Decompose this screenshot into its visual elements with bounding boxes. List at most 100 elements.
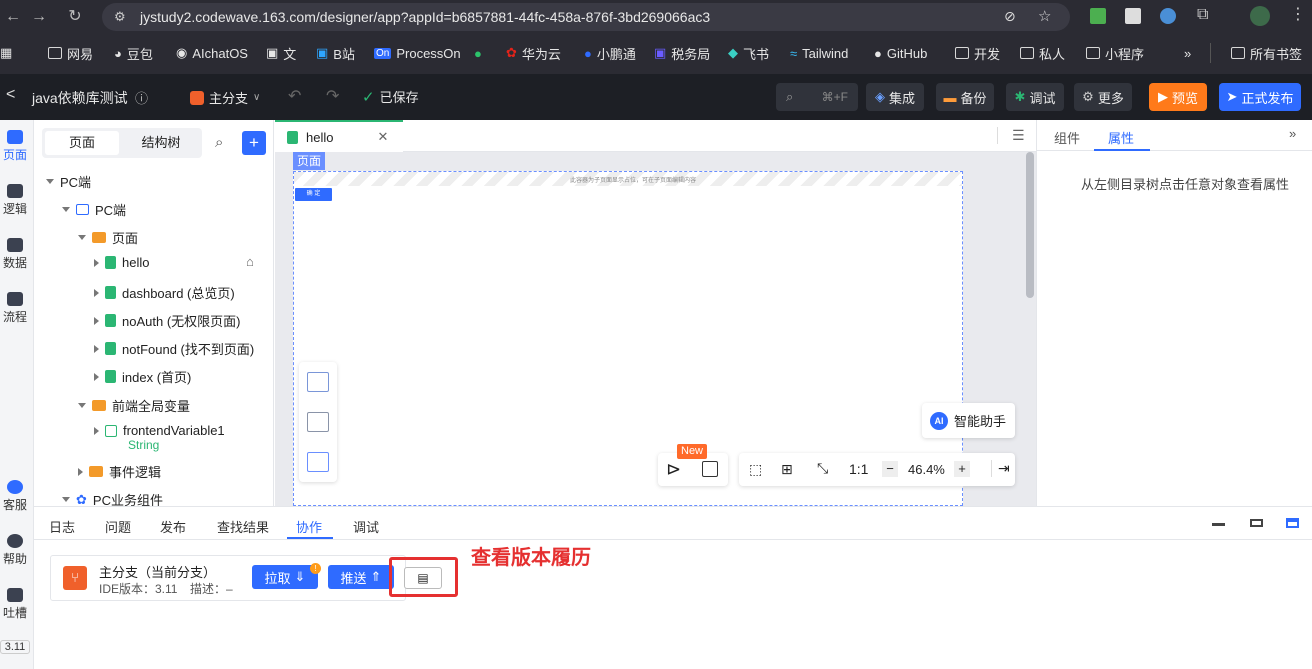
zoom-in-button[interactable]: + [954, 461, 970, 477]
tree-node-pages[interactable]: 页面 [78, 228, 138, 247]
bookmark-wangyi[interactable]: 网易 [48, 43, 93, 63]
extension-icon[interactable] [1090, 8, 1106, 24]
bookmark-tailwind[interactable]: ≈ Tailwind [790, 43, 848, 63]
tab-log[interactable]: 日志 [49, 517, 75, 536]
bookmark-miniapp[interactable]: 小程序 [1086, 43, 1144, 63]
info-icon[interactable]: ⓘ [135, 88, 148, 107]
list-icon[interactable]: ☰ [997, 127, 1025, 144]
bookmark-xiaopengtong[interactable]: ● 小鹏通 [584, 43, 636, 63]
apps-grid-icon[interactable]: ▦ [0, 43, 12, 63]
bookmark-dev[interactable]: 开发 [955, 43, 1000, 63]
container-icon[interactable] [307, 452, 329, 472]
tree-node-components[interactable]: ✿ PC业务组件 [62, 490, 163, 506]
collapse-right-icon[interactable]: ⇥ [991, 460, 1010, 477]
push-button[interactable]: 推送 ⇑ [328, 565, 394, 589]
debug-button[interactable]: ✱ 调试 [1006, 83, 1064, 111]
tab-collaboration[interactable]: 协作 [296, 517, 322, 536]
confirm-button[interactable]: 确 定 [295, 188, 332, 201]
undo-icon[interactable]: ↶ [288, 86, 301, 106]
bookmark-star-icon[interactable]: ☆ [1038, 7, 1051, 25]
tree-node-index[interactable]: index (首页) [94, 367, 191, 386]
zoom-out-button[interactable]: − [882, 461, 898, 477]
search-box[interactable]: ⌕ ⌘+F [776, 83, 858, 111]
bookmark-feishu[interactable]: ◆ 飞书 [728, 43, 769, 63]
tree-node-hello[interactable]: hello [94, 255, 149, 270]
integrate-button[interactable]: ◈ 集成 [866, 83, 924, 111]
restore-icon[interactable] [1250, 519, 1263, 527]
ratio-button[interactable]: 1:1 [849, 461, 868, 477]
bookmark-processon[interactable]: On ProcessOn [374, 43, 461, 63]
site-info-icon[interactable]: ⚙ [114, 9, 126, 25]
bookmark-private[interactable]: 私人 [1020, 43, 1065, 63]
layout-icon[interactable] [307, 412, 329, 432]
tree-node-var1[interactable]: frontendVariable1 [94, 423, 225, 438]
rail-item-pages[interactable]: 页面 [0, 130, 30, 163]
branch-selector[interactable]: 主分支 ∨ [190, 88, 260, 107]
editor-tab-hello[interactable]: hello ✕ [275, 120, 403, 152]
minimize-icon[interactable] [1212, 523, 1225, 526]
tab-find-results[interactable]: 查找结果 [217, 517, 269, 536]
back-button[interactable]: < [6, 86, 15, 104]
zoom-fit-icon[interactable]: ⊞ [781, 461, 793, 478]
shrink-icon[interactable]: ⤡ [817, 460, 828, 477]
tab-release[interactable]: 发布 [160, 517, 186, 536]
rail-item-logic[interactable]: 逻辑 [0, 184, 30, 217]
reload-icon[interactable]: ↻ [66, 8, 84, 26]
maximize-icon[interactable] [1286, 518, 1299, 528]
canvas-scrollbar[interactable] [1026, 152, 1034, 298]
add-button[interactable]: + [242, 131, 266, 155]
bookmark-github[interactable]: ● GitHub [874, 43, 927, 63]
tab-pages[interactable]: 页面 [45, 131, 119, 155]
more-button[interactable]: ⚙ 更多 [1074, 83, 1132, 111]
backup-button[interactable]: ▬ 备份 [936, 83, 994, 111]
select-icon[interactable]: ⬚ [749, 461, 762, 478]
ai-assistant-button[interactable]: AI 智能助手 [922, 403, 1015, 438]
tab-properties[interactable]: 属性 [1108, 128, 1134, 147]
rail-item-flow[interactable]: 流程 [0, 292, 30, 325]
more-bookmarks-button[interactable]: » [1184, 43, 1191, 63]
bookmark-wechat[interactable]: ● [474, 43, 482, 63]
forward-icon[interactable]: → [30, 8, 48, 26]
tab-structure[interactable]: 结构树 [124, 131, 198, 155]
rail-item-data[interactable]: 数据 [0, 238, 30, 271]
redo-icon[interactable]: ↷ [326, 86, 339, 106]
address-bar[interactable]: ⚙ jystudy2.codewave.163.com/designer/app… [102, 3, 1070, 31]
tab-components[interactable]: 组件 [1054, 128, 1080, 147]
collapse-panel-icon[interactable]: » [1289, 126, 1296, 141]
close-icon[interactable]: ✕ [377, 129, 388, 145]
rail-item-help[interactable]: 帮助 [0, 534, 30, 567]
preview-button[interactable]: ▶ 预览 [1149, 83, 1207, 111]
search-icon[interactable]: ⌕ [215, 134, 223, 151]
qr-extension-icon[interactable] [1125, 8, 1141, 24]
bookmark-aichatos[interactable]: ◉ AIchatOS [176, 43, 248, 63]
version-history-button[interactable]: ▤ [404, 567, 442, 589]
menu-icon[interactable]: ⋮ [1290, 4, 1306, 24]
device-icon[interactable] [702, 461, 718, 477]
tree-node-pc[interactable]: PC端 [62, 200, 126, 219]
play-circle-icon[interactable]: ⊳ [666, 459, 681, 480]
tree-node-notfound[interactable]: notFound (找不到页面) [94, 339, 254, 358]
home-icon[interactable]: ⌂ [246, 254, 254, 269]
tab-issues[interactable]: 问题 [105, 517, 131, 536]
tab-debug[interactable]: 调试 [353, 517, 379, 536]
bookmark-wen[interactable]: ▣ 文 [266, 43, 296, 63]
pull-button[interactable]: 拉取 ⇓ [252, 565, 318, 589]
tree-node-global-vars[interactable]: 前端全局变量 [78, 396, 190, 415]
rail-item-feedback[interactable]: 吐槽 [0, 588, 30, 621]
rail-item-support[interactable]: 客服 [0, 480, 30, 513]
globe-extension-icon[interactable] [1160, 8, 1176, 24]
bookmark-doubao[interactable]: ◕ 豆包 [114, 43, 153, 63]
no-tracking-icon[interactable]: ⊘ [1004, 8, 1016, 25]
bookmark-huaweicloud[interactable]: ✿ 华为云 [506, 43, 561, 63]
profile-avatar[interactable] [1250, 6, 1270, 26]
tree-node-noauth[interactable]: noAuth (无权限页面) [94, 311, 240, 330]
extensions-puzzle-icon[interactable]: ⧉ [1197, 6, 1208, 24]
bookmark-tax[interactable]: ▣ 税务局 [654, 43, 710, 63]
tree-node-pc-root[interactable]: PC端 [46, 172, 91, 191]
tree-node-events[interactable]: 事件逻辑 [78, 462, 161, 481]
bookmark-bilibili[interactable]: ▣ B站 [316, 43, 355, 63]
tree-node-dashboard[interactable]: dashboard (总览页) [94, 283, 235, 302]
form-icon[interactable] [307, 372, 329, 392]
all-bookmarks[interactable]: 所有书签 [1210, 43, 1302, 63]
publish-button[interactable]: ➤ 正式发布 [1219, 83, 1301, 111]
